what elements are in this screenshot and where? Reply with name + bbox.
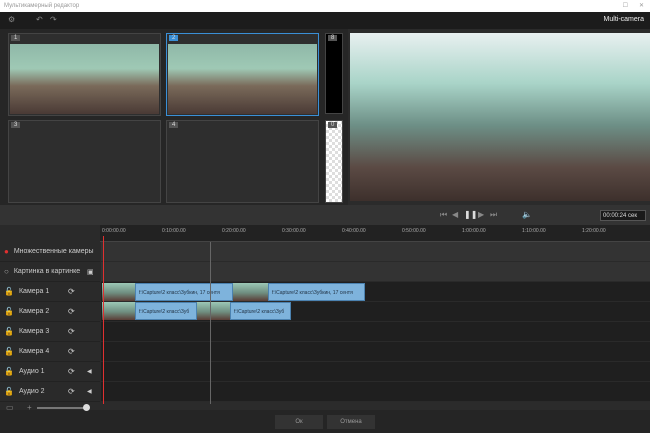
track-lane[interactable] — [101, 382, 650, 402]
mode-label: Multi-camera — [603, 16, 644, 23]
track-labels: ● Множественные камеры ○ Картинка в картинк… — [0, 225, 100, 410]
lock-icon[interactable]: 🔓 — [4, 307, 14, 316]
timeline-ruler[interactable]: 0:00:00.00 0:10:00.00 0:20:00.00 0:30:00.00… — [100, 225, 650, 242]
camera-cell-3[interactable]: 3 — [8, 120, 161, 203]
redo-icon[interactable]: ↷ — [50, 15, 57, 24]
ruler-tick: 0:00:00.00 — [102, 228, 126, 234]
ruler-tick: 1:20:00.00 — [582, 228, 606, 234]
marker-line — [210, 242, 211, 404]
sync-icon[interactable]: ⟳ — [68, 307, 75, 316]
skip-end-icon[interactable]: ⏭ — [490, 210, 497, 220]
cancel-button[interactable]: Отмена — [327, 415, 375, 429]
camera-grid: 1 2 3 4 8 0 — [0, 29, 348, 205]
track-header[interactable]: 🔓 Камера 1 ⟳ — [0, 282, 100, 302]
track-lane[interactable] — [101, 262, 650, 282]
track-label: Аудио 2 — [18, 388, 45, 395]
track-label: Камера 3 — [18, 328, 50, 335]
track-header[interactable]: ○ Картинка в картинке ▣ — [0, 262, 100, 282]
time-field[interactable]: 00:00:24 сек — [600, 210, 646, 221]
ruler-tick: 1:00:00.00 — [462, 228, 486, 234]
black-slot[interactable]: 8 — [325, 33, 343, 114]
sync-icon[interactable]: ⟳ — [68, 367, 75, 376]
title-bar: Мультикамерный редактор ☐ ✕ — [0, 0, 650, 12]
transparent-slot[interactable]: 0 — [325, 120, 343, 203]
pause-icon[interactable]: ❚❚ — [464, 210, 477, 219]
track-lane[interactable] — [101, 242, 650, 262]
ruler-tick: 0:40:00.00 — [342, 228, 366, 234]
volume-icon[interactable]: 🔈 — [522, 210, 532, 219]
preview-video — [350, 33, 650, 201]
lock-icon[interactable]: 🔓 — [4, 367, 14, 376]
step-forward-icon[interactable]: ▶ — [478, 210, 484, 219]
lock-icon[interactable]: 🔓 — [4, 347, 14, 356]
maximize-button[interactable]: ☐ — [623, 0, 628, 12]
ruler-tick: 0:20:00.00 — [222, 228, 246, 234]
clip[interactable]: f:\Capture\2 класс\Зубкин, 17 сентя — [135, 283, 233, 301]
track-lane[interactable] — [101, 342, 650, 362]
control-bar: ⏮ ◀ ❚❚ ▶ ⏭ 🔈 00:00:24 сек — [0, 205, 650, 225]
track-label: Камера 1 — [18, 288, 50, 295]
pip-icon[interactable]: ▣ — [87, 268, 94, 276]
step-back-icon[interactable]: ◀ — [452, 210, 458, 219]
speaker-icon[interactable]: ◀ — [87, 388, 92, 395]
track-lane[interactable] — [101, 322, 650, 342]
track-label: Камера 2 — [18, 308, 50, 315]
track-header[interactable]: ● Множественные камеры — [0, 242, 100, 262]
camera-cell-2[interactable]: 2 — [166, 33, 319, 116]
sync-icon[interactable]: ⟳ — [68, 347, 75, 356]
track-header[interactable]: 🔓 Камера 4 ⟳ — [0, 342, 100, 362]
record-icon[interactable]: ● — [4, 247, 9, 256]
playhead[interactable] — [103, 236, 104, 404]
footer: ▭ + — [0, 403, 650, 433]
ok-button[interactable]: Ок — [275, 415, 323, 429]
sync-icon[interactable]: ⟳ — [68, 287, 75, 296]
undo-icon[interactable]: ↶ — [36, 15, 43, 24]
camera-cell-1[interactable]: 1 — [8, 33, 161, 116]
ruler-tick: 0:50:00.00 — [402, 228, 426, 234]
toolbar: ⚙ ↶ ↷ Multi-camera — [0, 12, 650, 29]
track-header[interactable]: 🔓 Камера 2 ⟳ — [0, 302, 100, 322]
clip[interactable]: f:\Capture\2 класс\Зуб — [135, 302, 197, 320]
window-title: Мультикамерный редактор — [4, 3, 80, 9]
speaker-icon[interactable]: ◀ — [87, 368, 92, 375]
track-label: Множественные камеры — [13, 248, 94, 255]
ruler-tick: 0:10:00.00 — [162, 228, 186, 234]
zoom-slider-handle[interactable] — [83, 404, 90, 411]
lock-icon[interactable]: 🔓 — [4, 287, 14, 296]
track-label: Аудио 1 — [18, 368, 45, 375]
ruler-tick: 0:30:00.00 — [282, 228, 306, 234]
ruler-tick: 1:10:00.00 — [522, 228, 546, 234]
radio-icon[interactable]: ○ — [4, 267, 9, 276]
sync-icon[interactable]: ⟳ — [68, 387, 75, 396]
clip[interactable]: f:\Capture\2 класс\Зуб — [230, 302, 291, 320]
track-header[interactable]: 🔓 Аудио 2 ⟳ ◀ — [0, 382, 100, 402]
track-header[interactable]: 🔓 Аудио 1 ⟳ ◀ — [0, 362, 100, 382]
lock-icon[interactable]: 🔓 — [4, 387, 14, 396]
track-label: Картинка в картинке — [13, 268, 81, 275]
fit-icon[interactable]: ▭ — [6, 403, 14, 412]
close-button[interactable]: ✕ — [639, 0, 644, 12]
settings-icon[interactable]: ⚙ — [8, 15, 15, 24]
clip[interactable]: f:\Capture\2 класс\Зубкин, 17 сентя — [268, 283, 365, 301]
zoom-slider[interactable] — [37, 407, 87, 409]
camera-cell-4[interactable]: 4 — [166, 120, 319, 203]
zoom-in-icon[interactable]: + — [27, 403, 32, 412]
track-lane[interactable] — [101, 362, 650, 382]
track-header[interactable]: 🔓 Камера 3 ⟳ — [0, 322, 100, 342]
sync-icon[interactable]: ⟳ — [68, 327, 75, 336]
lock-icon[interactable]: 🔓 — [4, 327, 14, 336]
track-label: Камера 4 — [18, 348, 50, 355]
skip-start-icon[interactable]: ⏮ — [440, 210, 447, 220]
